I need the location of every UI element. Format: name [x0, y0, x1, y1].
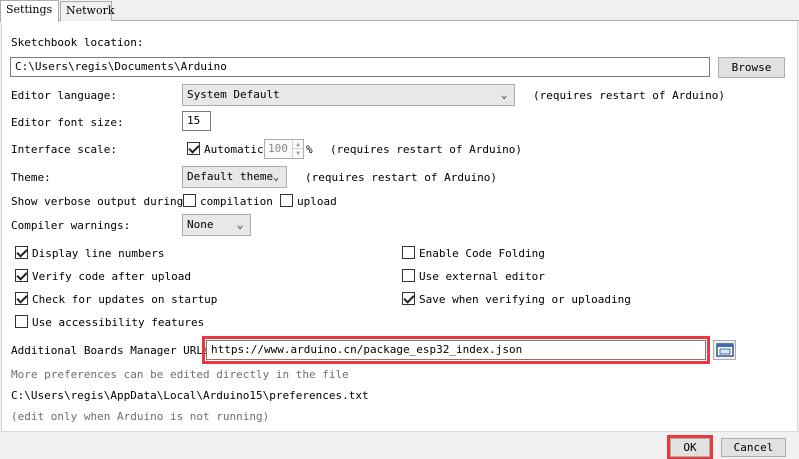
interface-scale-stepper[interactable]: 100 ▲ ▼: [264, 139, 304, 159]
browse-button[interactable]: Browse: [718, 57, 785, 78]
editor-language-note: (requires restart of Arduino): [533, 89, 726, 102]
verbose-upload-label: upload: [297, 195, 337, 208]
editor-language-value: System Default: [187, 88, 280, 101]
theme-label: Theme:: [11, 171, 51, 184]
editor-language-label: Editor language:: [11, 89, 117, 102]
verify-code-label: Verify code after upload: [32, 270, 191, 283]
chevron-down-icon: ⌄: [272, 170, 280, 183]
cancel-button[interactable]: Cancel: [721, 438, 786, 457]
interface-scale-value: 100: [268, 142, 288, 155]
interface-scale-unit: %: [306, 143, 313, 156]
display-line-numbers-checkbox[interactable]: [15, 246, 28, 259]
save-when-verifying-checkbox[interactable]: [402, 292, 415, 305]
verbose-upload-checkbox[interactable]: [280, 194, 293, 207]
theme-value: Default theme: [187, 170, 274, 183]
compiler-warnings-label: Compiler warnings:: [11, 219, 131, 232]
tab-bar: Settings Network: [0, 0, 799, 22]
sketchbook-location-input[interactable]: C:\Users\regis\Documents\Arduino: [10, 57, 710, 77]
preferences-path: C:\Users\regis\AppData\Local\Arduino15\p…: [11, 389, 369, 402]
chevron-down-icon: ⌄: [500, 88, 508, 101]
verbose-compilation-checkbox[interactable]: [183, 194, 196, 207]
accessibility-label: Use accessibility features: [32, 316, 205, 329]
automatic-scale-label: Automatic: [204, 143, 264, 156]
verify-code-checkbox[interactable]: [15, 269, 28, 282]
edit-note: (edit only when Arduino is not running): [11, 410, 270, 423]
verbose-output-label: Show verbose output during:: [11, 195, 190, 208]
boards-manager-edit-button[interactable]: [713, 340, 736, 360]
accessibility-checkbox[interactable]: [15, 315, 28, 328]
editor-font-size-label: Editor font size:: [11, 116, 124, 129]
sketchbook-location-label: Sketchbook location:: [11, 36, 144, 49]
verbose-compilation-label: compilation: [200, 195, 273, 208]
chevron-down-icon: ⌄: [236, 218, 244, 231]
automatic-scale-checkbox[interactable]: [187, 142, 200, 155]
tab-settings[interactable]: Settings: [0, 0, 59, 22]
theme-select[interactable]: Default theme ⌄: [182, 166, 287, 188]
save-when-verifying-label: Save when verifying or uploading: [419, 293, 631, 306]
window-icon: [715, 343, 734, 357]
check-updates-label: Check for updates on startup: [32, 293, 218, 306]
stepper-up-icon[interactable]: ▲: [292, 140, 303, 149]
interface-scale-label: Interface scale:: [11, 143, 117, 156]
compiler-warnings-select[interactable]: None ⌄: [182, 214, 251, 236]
external-editor-label: Use external editor: [419, 270, 545, 283]
compiler-warnings-value: None: [187, 218, 214, 231]
code-folding-checkbox[interactable]: [402, 246, 415, 259]
ok-button[interactable]: OK: [670, 438, 710, 457]
external-editor-checkbox[interactable]: [402, 269, 415, 282]
boards-manager-urls-input[interactable]: https://www.arduino.cn/package_esp32_ind…: [206, 340, 706, 360]
boards-manager-urls-label: Additional Boards Manager URLs:: [11, 344, 217, 357]
more-preferences-note: More preferences can be edited directly …: [11, 368, 349, 381]
editor-font-size-input[interactable]: 15: [182, 111, 211, 131]
interface-scale-note: (requires restart of Arduino): [330, 143, 523, 156]
display-line-numbers-label: Display line numbers: [32, 247, 165, 260]
tab-network[interactable]: Network: [60, 1, 115, 22]
check-updates-checkbox[interactable]: [15, 292, 28, 305]
theme-note: (requires restart of Arduino): [305, 171, 498, 184]
stepper-down-icon[interactable]: ▼: [292, 149, 303, 158]
editor-language-select[interactable]: System Default ⌄: [182, 84, 515, 106]
code-folding-label: Enable Code Folding: [419, 247, 545, 260]
